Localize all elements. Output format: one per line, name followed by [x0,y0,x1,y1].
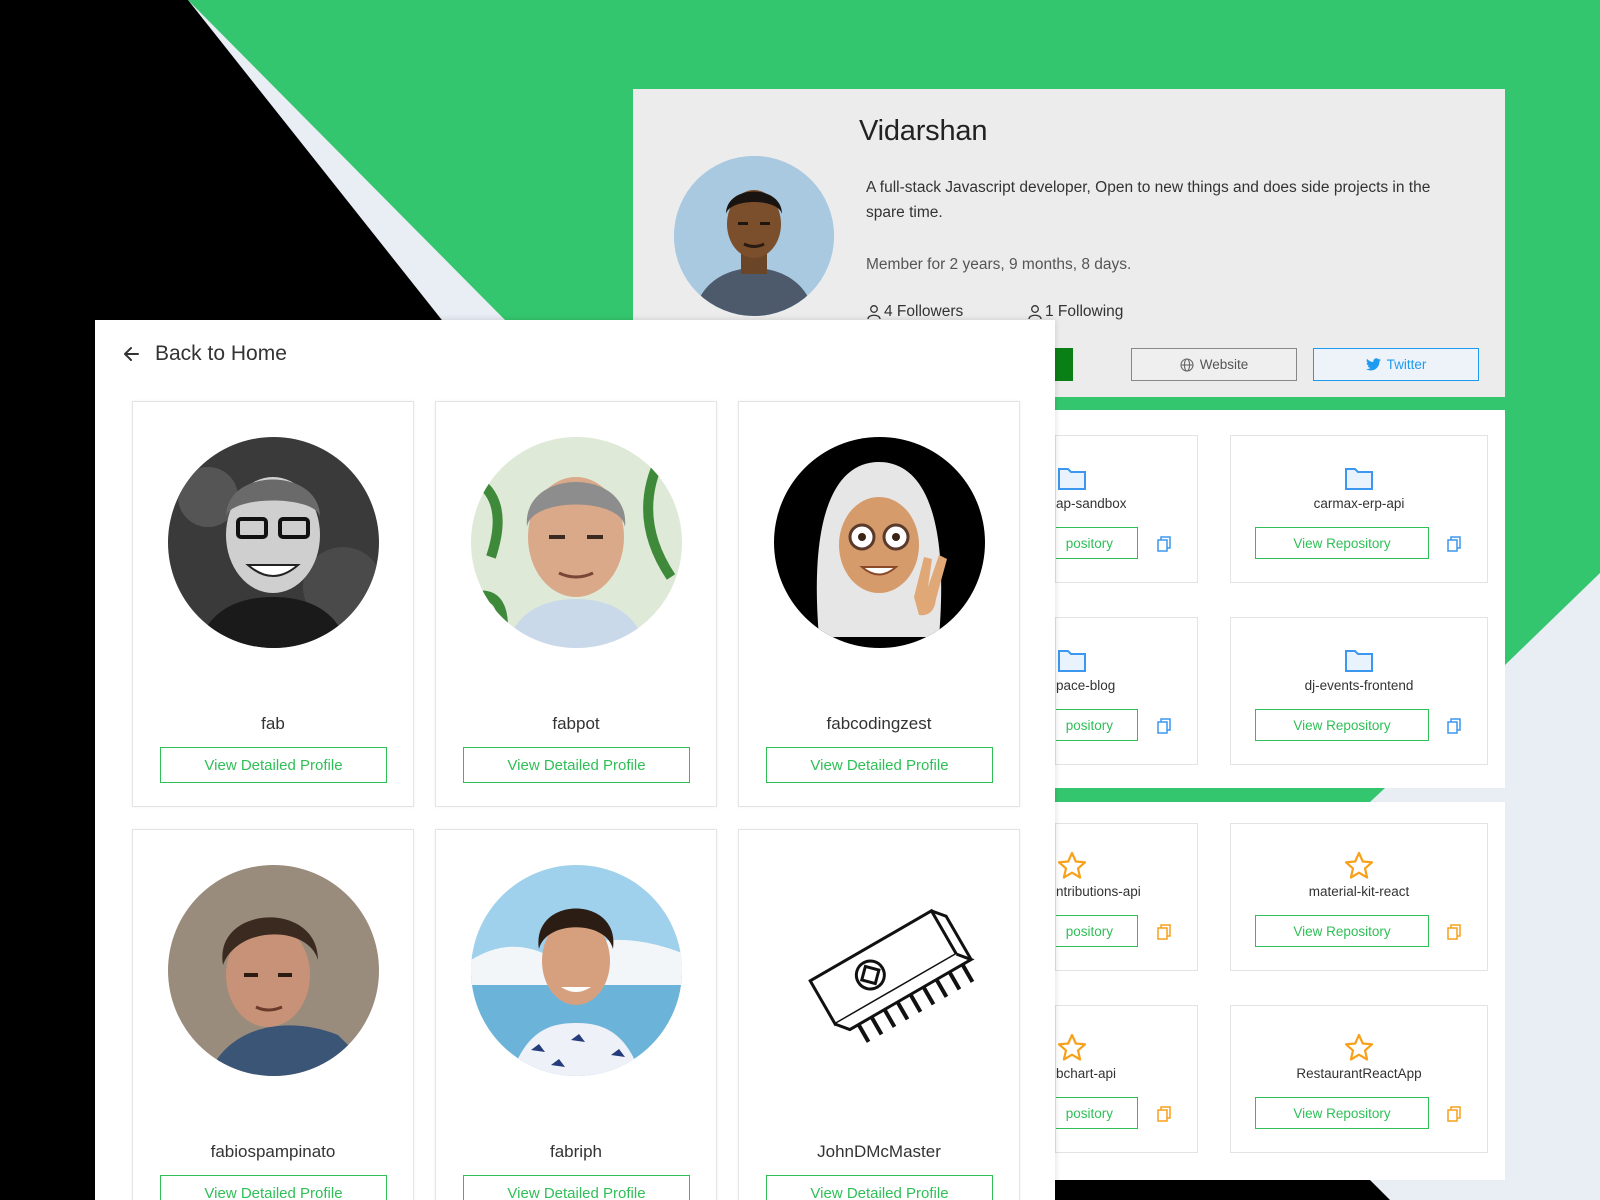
user-login: fabriph [550,1142,602,1161]
user-login: JohnDMcMaster [817,1142,941,1161]
person-icon [1028,305,1042,320]
user-card: JohnDMcMaster View Detailed Profile [738,829,1020,1200]
followers-count[interactable]: 4 Followers [866,303,963,321]
user-card: fabcodingzest View Detailed Profile [738,401,1020,807]
user-card: fabiospampinato View Detailed Profile [132,829,414,1200]
starred-card: bchart-api pository [1055,1005,1198,1153]
repo-card: ap-sandbox pository [1055,435,1198,583]
following-count[interactable]: 1 Following [1027,303,1123,321]
starred-card: material-kit-react View Repository [1230,823,1488,971]
repo-name: RestaurantReactApp [1296,1066,1422,1081]
star-icon [1057,1033,1087,1061]
copy-icon[interactable] [1447,1106,1461,1122]
folder-icon [1058,468,1086,490]
website-button[interactable]: Website [1131,348,1297,381]
repo-name: ntributions-api [1056,884,1141,899]
website-label: Website [1199,357,1249,372]
view-repository-button[interactable]: pository [1056,915,1138,947]
person-icon [867,305,881,320]
globe-icon [1180,357,1194,372]
repo-name: pace-blog [1056,678,1116,693]
user-login: fabiospampinato [210,1142,336,1161]
view-repository-button[interactable]: View Repository [1255,915,1429,947]
repo-card: pace-blog pository [1055,617,1198,765]
profile-avatar [674,156,834,316]
search-results-panel: Back to Home fab View Detailed Profile f… [95,320,1055,1200]
user-card: fabpot View Detailed Profile [435,401,717,807]
view-detailed-profile-button[interactable]: View Detailed Profile [160,747,387,783]
followers-label: 4 Followers [884,303,964,320]
twitter-button[interactable]: Twitter [1313,348,1479,381]
member-duration: Member for 2 years, 9 months, 8 days. [866,256,1132,273]
folder-icon [1058,650,1086,672]
user-avatar [471,865,682,1076]
copy-icon[interactable] [1447,536,1461,552]
user-card: fab View Detailed Profile [132,401,414,807]
profile-bio: A full-stack Javascript developer, Open … [866,179,1431,221]
user-avatar [471,437,682,648]
view-detailed-profile-button[interactable]: View Detailed Profile [766,747,993,783]
view-detailed-profile-button[interactable]: View Detailed Profile [463,1175,690,1200]
user-login: fabcodingzest [826,714,932,733]
starred-card: ntributions-api pository [1055,823,1198,971]
repo-name: carmax-erp-api [1313,496,1405,511]
repo-card: carmax-erp-api View Repository [1230,435,1488,583]
copy-icon[interactable] [1157,924,1171,940]
following-label: 1 Following [1045,303,1124,320]
folder-icon [1345,468,1373,490]
view-detailed-profile-button[interactable]: View Detailed Profile [463,747,690,783]
view-repository-button[interactable]: pository [1056,1097,1138,1129]
user-login: fabpot [552,714,600,733]
star-icon [1057,851,1087,879]
repo-name: dj-events-frontend [1304,678,1414,693]
copy-icon[interactable] [1157,1106,1171,1122]
copy-icon[interactable] [1447,718,1461,734]
repo-name: material-kit-react [1308,884,1410,899]
view-detailed-profile-button[interactable]: View Detailed Profile [160,1175,387,1200]
view-repository-button[interactable]: View Repository [1255,709,1429,741]
star-icon [1344,851,1374,879]
repo-name: ap-sandbox [1056,496,1127,511]
view-repository-button[interactable]: pository [1056,709,1138,741]
copy-icon[interactable] [1447,924,1461,940]
view-repository-button[interactable]: pository [1056,527,1138,559]
star-icon [1344,1033,1374,1061]
user-avatar [168,865,379,1076]
user-avatar [774,437,985,648]
repo-name: bchart-api [1056,1066,1117,1081]
profile-name: Vidarshan [859,115,988,147]
user-avatar [774,865,985,1076]
copy-icon[interactable] [1157,718,1171,734]
starred-card: RestaurantReactApp View Repository [1230,1005,1488,1153]
folder-icon [1345,650,1373,672]
twitter-label: Twitter [1386,357,1427,372]
user-login: fab [261,714,285,733]
view-detailed-profile-button[interactable]: View Detailed Profile [766,1175,993,1200]
view-repository-button[interactable]: View Repository [1255,527,1429,559]
copy-icon[interactable] [1157,536,1171,552]
arrow-left-icon [124,347,139,361]
twitter-icon [1365,358,1381,371]
repo-card: dj-events-frontend View Repository [1230,617,1488,765]
user-avatar [168,437,379,648]
view-repository-button[interactable]: View Repository [1255,1097,1429,1129]
user-card: fabriph View Detailed Profile [435,829,717,1200]
back-to-home-link[interactable]: Back to Home [121,342,287,366]
back-to-home-label: Back to Home [155,342,287,365]
